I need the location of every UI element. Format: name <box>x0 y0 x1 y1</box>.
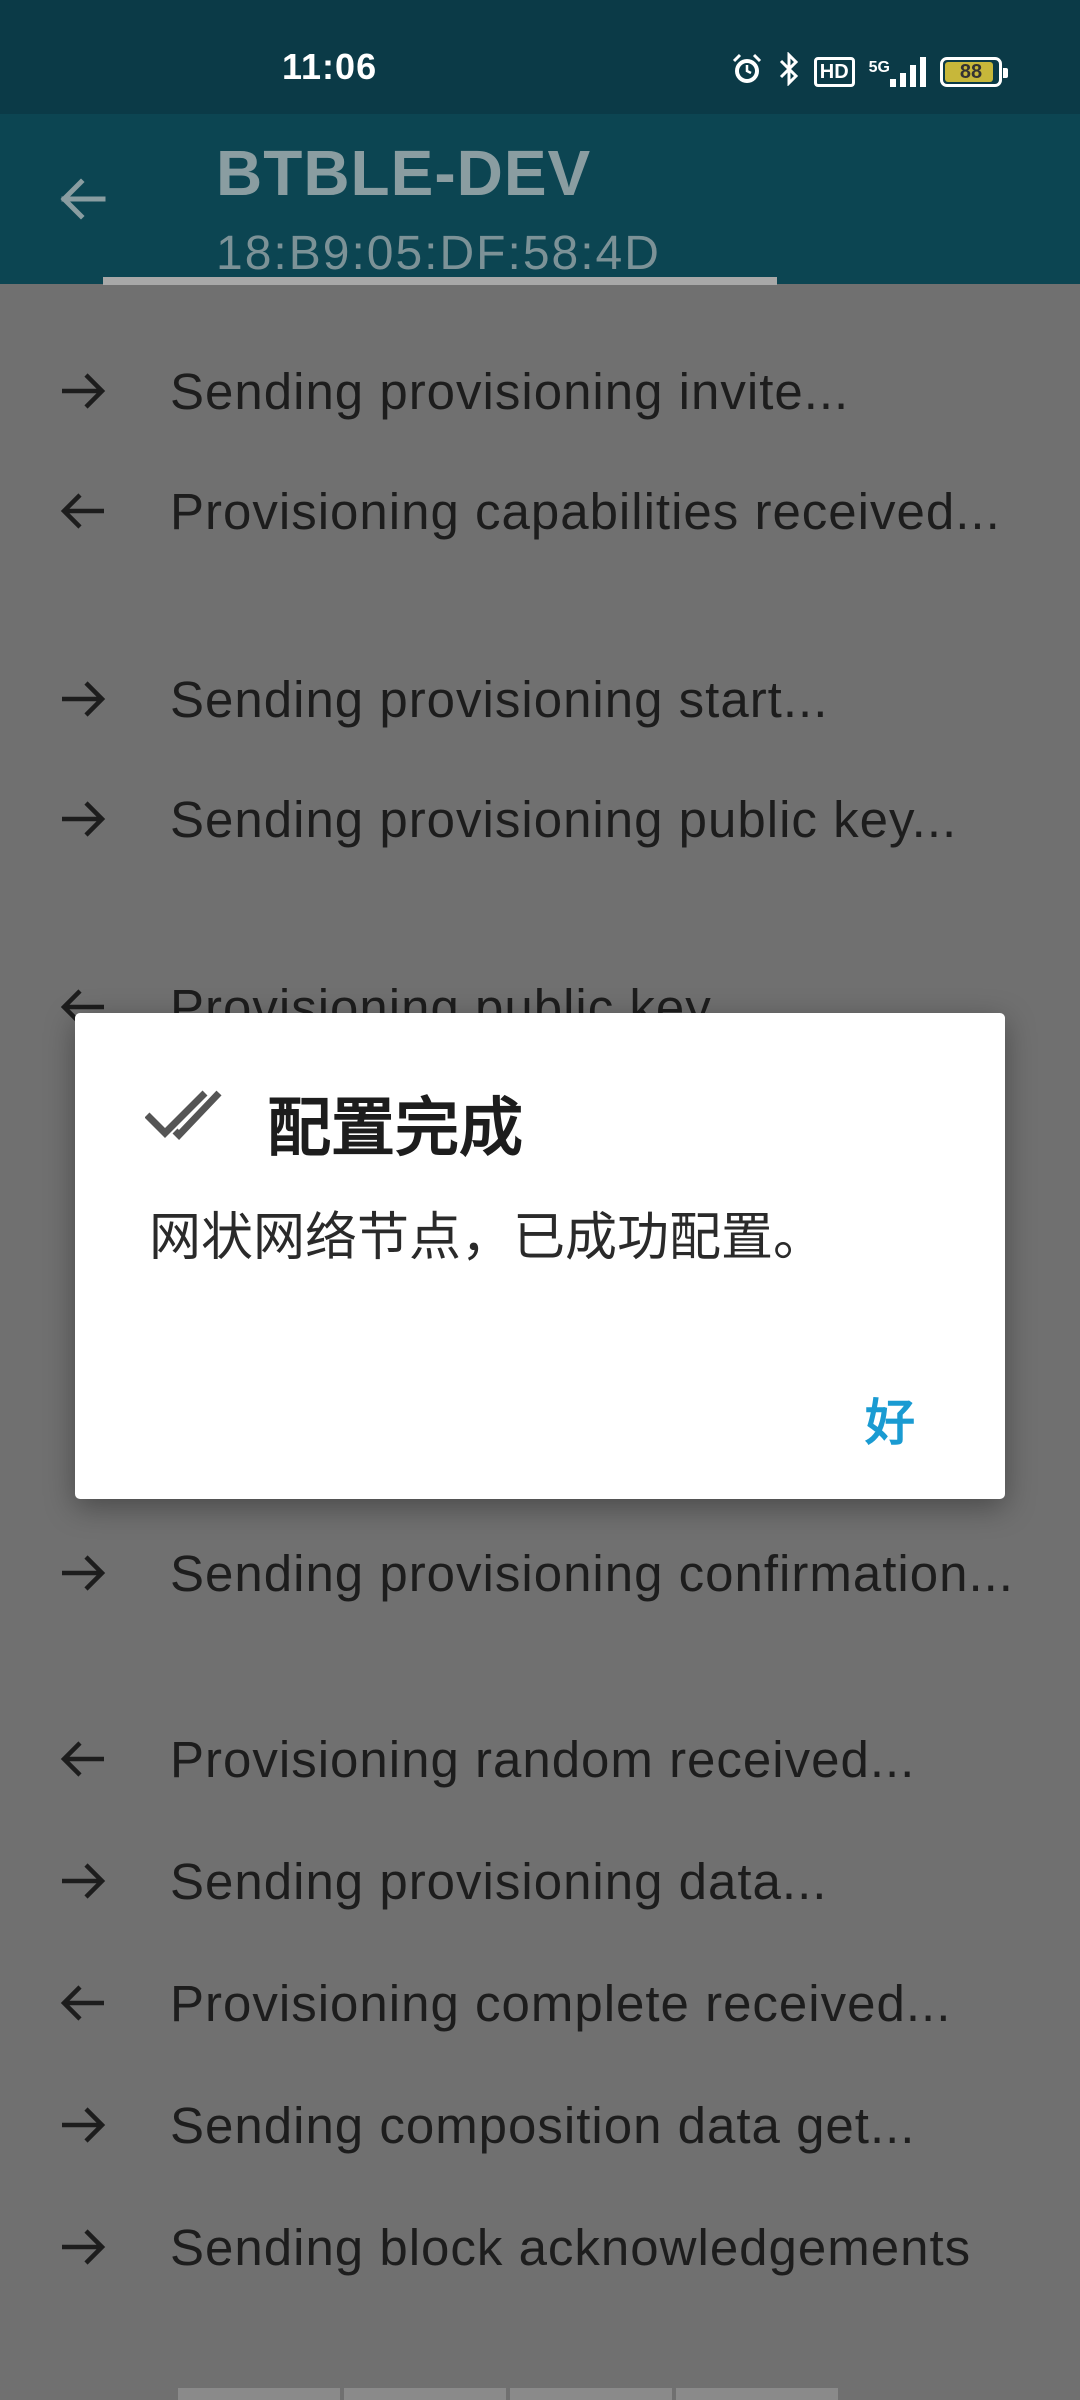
provisioning-complete-dialog: 配置完成 网状网络节点，已成功配置。 好 <box>75 1013 1005 1499</box>
log-text: Provisioning random received... <box>170 1731 916 1788</box>
arrow-left-icon <box>56 1732 110 1786</box>
log-text: Sending provisioning confirmation... <box>170 1545 1014 1602</box>
battery-level: 88 <box>959 60 983 83</box>
bluetooth-icon <box>778 51 800 91</box>
arrow-left-icon <box>56 484 110 538</box>
device-address-subtitle: 18:B9:05:DF:58:4D <box>216 227 661 280</box>
arrow-right-icon <box>56 792 110 846</box>
arrow-right-icon <box>56 364 110 418</box>
log-text: Sending block acknowledgements <box>170 2219 972 2276</box>
app-bar: BTBLE-DEV 18:B9:05:DF:58:4D <box>0 114 1080 284</box>
log-text: Sending provisioning data... <box>170 1853 828 1910</box>
bottom-tab-indicator <box>178 2388 838 2400</box>
arrow-right-icon <box>56 1546 110 1600</box>
progress-indicator <box>103 277 777 285</box>
dialog-title: 配置完成 <box>267 1092 523 1164</box>
log-text: Sending provisioning start... <box>170 671 829 728</box>
dialog-message: 网状网络节点，已成功配置。 <box>149 1209 826 1267</box>
arrow-right-icon <box>56 672 110 726</box>
network-type-label: 5G <box>868 58 890 76</box>
status-icons: HD 5G 88 <box>730 51 1008 91</box>
log-text: Sending composition data get... <box>170 2097 916 2154</box>
ok-button[interactable]: 好 <box>865 1383 915 1455</box>
arrow-right-icon <box>56 2220 110 2274</box>
arrow-right-icon <box>56 2098 110 2152</box>
status-time: 11:06 <box>282 46 378 87</box>
log-text: Provisioning complete received... <box>170 1975 952 2032</box>
arrow-back-icon <box>60 178 106 220</box>
arrow-right-icon <box>56 1854 110 1908</box>
status-bar: 11:06 HD 5G 88 <box>0 0 1080 114</box>
alarm-icon <box>730 52 764 91</box>
device-name-title: BTBLE-DEV <box>216 137 592 209</box>
signal-icon <box>890 56 926 87</box>
battery-icon: 88 <box>940 56 1008 87</box>
log-text: Provisioning capabilities received... <box>170 483 1001 540</box>
hd-icon: HD <box>813 56 855 87</box>
log-text: Sending provisioning invite... <box>170 363 850 420</box>
double-check-icon <box>144 1085 241 1145</box>
arrow-left-icon <box>56 1976 110 2030</box>
log-text: Sending provisioning public key... <box>170 791 958 848</box>
back-button[interactable] <box>58 174 108 224</box>
